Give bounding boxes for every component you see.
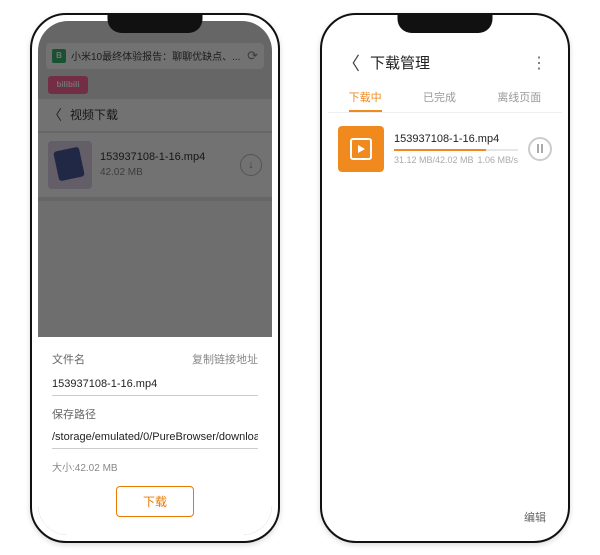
phone-notch — [108, 15, 203, 33]
filename-label: 文件名 — [52, 351, 85, 367]
phone-notch — [398, 15, 493, 33]
speed-text: 1.06 MB/s — [477, 155, 518, 165]
download-sheet: 文件名 复制链接地址 保存路径 大小:42.02 MB 下载 — [38, 337, 272, 535]
path-label: 保存路径 — [52, 406, 258, 422]
back-icon[interactable]: 〈 — [342, 50, 360, 76]
path-input[interactable] — [52, 426, 258, 449]
play-icon — [350, 138, 372, 160]
filename-input[interactable] — [52, 373, 258, 396]
progress-text: 31.12 MB/42.02 MB — [394, 155, 474, 165]
tab-downloading[interactable]: 下载中 — [349, 89, 382, 105]
tab-offline[interactable]: 离线页面 — [497, 89, 541, 105]
download-button[interactable]: 下载 — [116, 486, 194, 517]
phone-left: B 小米10最终体验报告：聊聊优缺点、... ⟳ bilibili 〈 视频下载… — [30, 13, 280, 543]
download-filename: 153937108-1-16.mp4 — [394, 133, 518, 145]
tabs: 下载中 已完成 离线页面 — [328, 83, 562, 113]
screen-left: B 小米10最终体验报告：聊聊优缺点、... ⟳ bilibili 〈 视频下载… — [38, 21, 272, 535]
copy-link-button[interactable]: 复制链接地址 — [192, 351, 258, 367]
progress-bar — [394, 149, 518, 151]
edit-button[interactable]: 编辑 — [524, 509, 546, 525]
download-item[interactable]: 153937108-1-16.mp4 31.12 MB/42.02 MB 1.0… — [338, 121, 552, 177]
page-title: 下载管理 — [370, 52, 531, 73]
tab-completed[interactable]: 已完成 — [423, 89, 456, 105]
play-triangle-icon — [358, 145, 365, 153]
file-thumbnail — [338, 126, 384, 172]
progress-fill — [394, 149, 486, 151]
more-icon[interactable]: ⋮ — [531, 53, 548, 73]
pause-button[interactable] — [528, 137, 552, 161]
download-meta: 153937108-1-16.mp4 31.12 MB/42.02 MB 1.0… — [394, 133, 518, 165]
size-label: 大小:42.02 MB — [52, 459, 258, 474]
download-manager-header: 〈 下载管理 ⋮ — [328, 45, 562, 81]
phone-right: 〈 下载管理 ⋮ 下载中 已完成 离线页面 153937108-1-16.mp4… — [320, 13, 570, 543]
screen-right: 〈 下载管理 ⋮ 下载中 已完成 离线页面 153937108-1-16.mp4… — [328, 21, 562, 535]
